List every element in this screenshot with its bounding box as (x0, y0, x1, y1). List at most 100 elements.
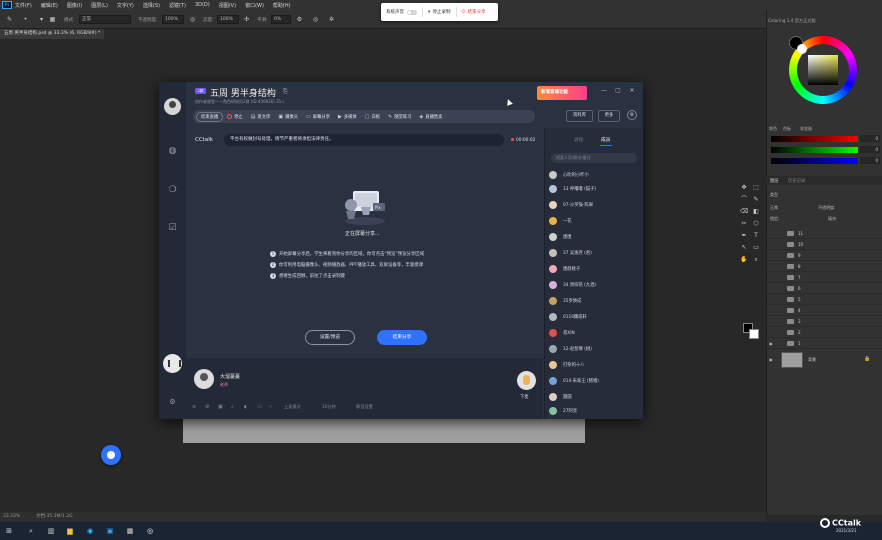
mute-settings-link[interactable]: 静音设置 (356, 404, 373, 410)
smooth-field[interactable]: 0% (271, 15, 291, 24)
eye-icon[interactable] (769, 242, 774, 247)
layer-row-10[interactable]: 10 (766, 239, 882, 250)
member-item[interactable]: 014-朱家王 (猪猪) (549, 376, 641, 386)
system-sound-toggle[interactable]: 系统声音 (381, 3, 422, 21)
end-share-toolbar-button[interactable]: ⏻ 结束分享 (457, 3, 491, 21)
cctalk-taskbar-icon[interactable]: ◎ (145, 526, 155, 536)
layer-row-6[interactable]: 6 (766, 283, 882, 294)
path-select-tool-icon[interactable]: ↖ (740, 244, 748, 252)
brush-size-icon[interactable]: • (22, 16, 29, 23)
user-avatar[interactable] (164, 98, 181, 115)
chevron-right-icon[interactable]: › (270, 404, 272, 410)
pressure-opacity-icon[interactable]: ◎ (189, 16, 196, 23)
pause-recording-button[interactable]: ⏸ 停止录制 (423, 3, 456, 21)
layer-row-2[interactable]: 2 (766, 327, 882, 338)
color-tab-color[interactable]: 颜色 (769, 126, 777, 132)
promo-banner[interactable]: 新增直播功能 (537, 86, 587, 100)
color-tab-gradient[interactable]: 渐变器 (800, 126, 812, 132)
layer-kind-filter[interactable]: 类型 (770, 192, 778, 198)
rectangle-tool-icon[interactable]: ▭ (752, 244, 760, 252)
tab-discussion[interactable]: 讨论 (574, 137, 583, 143)
menu-help[interactable]: 帮助(H) (273, 2, 291, 9)
member-item[interactable]: 唐唐 (549, 232, 641, 242)
symmetry-icon[interactable]: ✲ (328, 16, 335, 23)
red-value[interactable]: 0 (860, 135, 880, 142)
mic-off-button[interactable] (517, 371, 536, 390)
menu-layer[interactable]: 图层(L) (91, 2, 108, 9)
minimize-icon[interactable]: — (600, 87, 608, 95)
member-item[interactable]: 27阿亮 (549, 406, 641, 416)
member-item[interactable]: 一花 (549, 216, 641, 226)
layer-row-background[interactable]: ◉ 背景 🔒 (766, 349, 882, 371)
layer-row-8[interactable]: 8 (766, 261, 882, 272)
shape-tool-icon[interactable]: ⬡ (752, 220, 760, 228)
layer-row-1[interactable]: ◉ 1 (766, 338, 882, 349)
layer-row-5[interactable]: 5 (766, 294, 882, 305)
menu-3d[interactable]: 3D(D) (195, 2, 210, 8)
eye-icon[interactable] (769, 286, 774, 291)
member-item[interactable]: 07-沙罗鼓-陈果 (549, 200, 641, 210)
mic-icon[interactable]: ♩ (231, 404, 233, 410)
end-share-button[interactable]: 结束分享 (377, 330, 427, 345)
floating-chat-button[interactable] (101, 445, 121, 465)
layer-blend-mode[interactable]: 正常 (770, 205, 778, 211)
settings-preview-button[interactable]: 设置/预览 (305, 330, 355, 345)
menu-select[interactable]: 选择(S) (143, 2, 160, 9)
crop-tool-icon[interactable]: ✂ (740, 220, 748, 228)
member-search-input[interactable]: 搜索人员/群名/备注 (551, 153, 637, 163)
member-item[interactable]: 13 呼噜噜 (猫子) (549, 184, 641, 194)
menu-filter[interactable]: 滤镜(T) (169, 2, 186, 9)
member-item[interactable]: 34 周梓铭 (九酒) (549, 280, 641, 290)
menu-window[interactable]: 窗口(W) (245, 2, 264, 9)
quiz-button[interactable]: ✎ 随堂练习 (384, 112, 415, 122)
layer-row-4[interactable]: 4 (766, 305, 882, 316)
monitor-small-icon[interactable]: ▭ (257, 404, 262, 410)
mode-select[interactable]: 正常 (79, 15, 131, 24)
member-item[interactable]: 35罗焕成 (549, 296, 641, 306)
task-view-icon[interactable]: ▥ (46, 526, 56, 536)
brush-tool-icon[interactable]: ✎ (752, 196, 760, 204)
end-live-button[interactable]: 结束直播 (196, 111, 224, 122)
task-icon[interactable]: ☑ (166, 222, 179, 235)
opacity-field[interactable]: 100% (162, 15, 184, 24)
blue-value[interactable]: 0 (860, 157, 880, 164)
menu-file[interactable]: 文件(F) (15, 2, 32, 9)
settings-small-icon[interactable]: ⚙ (205, 404, 209, 410)
duration-link[interactable]: 10分钟 (322, 404, 336, 410)
screen-share-button[interactable]: ▭ 屏幕分享 (302, 112, 334, 122)
more-button[interactable]: 更多 (598, 110, 620, 122)
whiteboard-button[interactable]: ▢ 白板 (361, 112, 384, 122)
app-taskbar-icon[interactable]: ▦ (125, 526, 135, 536)
gradient-tool-icon[interactable]: ◧ (752, 208, 760, 216)
move-tool-icon[interactable]: ✥ (740, 184, 748, 192)
color-tab-swatches[interactable]: 色板 (783, 126, 791, 132)
settings-icon[interactable]: ⚙ (627, 110, 637, 120)
layer-row-3[interactable]: 3 (766, 316, 882, 327)
tray-date[interactable]: 2021/3/21 (836, 528, 857, 533)
eye-icon[interactable] (769, 264, 774, 269)
chat-icon[interactable]: ❍ (166, 184, 179, 197)
volume-icon[interactable]: ◖ (244, 404, 247, 410)
eye-icon[interactable] (769, 231, 774, 236)
flow-field[interactable]: 100% (217, 15, 239, 24)
lasso-tool-icon[interactable]: ⌒ (740, 196, 748, 204)
member-item[interactable]: 心叻的小咋小 (549, 170, 641, 180)
zoom-level[interactable]: 33.33% (3, 512, 20, 522)
eye-icon[interactable]: ◉ (769, 357, 773, 362)
tool-background-color[interactable] (749, 329, 759, 339)
toggle-switch-icon[interactable] (407, 9, 417, 15)
file-explorer-icon[interactable]: ▆ (65, 526, 75, 536)
eye-icon[interactable] (769, 253, 774, 258)
search-icon[interactable]: ⌕ (26, 526, 36, 536)
live-sale-button[interactable]: ◈ 直播售卖 (415, 112, 446, 122)
airbrush-icon[interactable]: ✣ (243, 16, 250, 23)
menu-type[interactable]: 文字(Y) (117, 2, 134, 9)
browser-icon[interactable]: ◉ (85, 526, 95, 536)
camera-button[interactable]: ▣ 摄像头 (274, 112, 302, 122)
member-item[interactable]: 叔XIN (549, 328, 641, 338)
statistics-icon[interactable] (163, 354, 182, 373)
blue-slider[interactable] (771, 158, 858, 164)
share-link-icon[interactable]: ⎘ (283, 88, 288, 96)
member-item[interactable]: 0116魏皓轩 (549, 312, 641, 322)
camera-small-icon[interactable]: ▣ (218, 404, 223, 410)
